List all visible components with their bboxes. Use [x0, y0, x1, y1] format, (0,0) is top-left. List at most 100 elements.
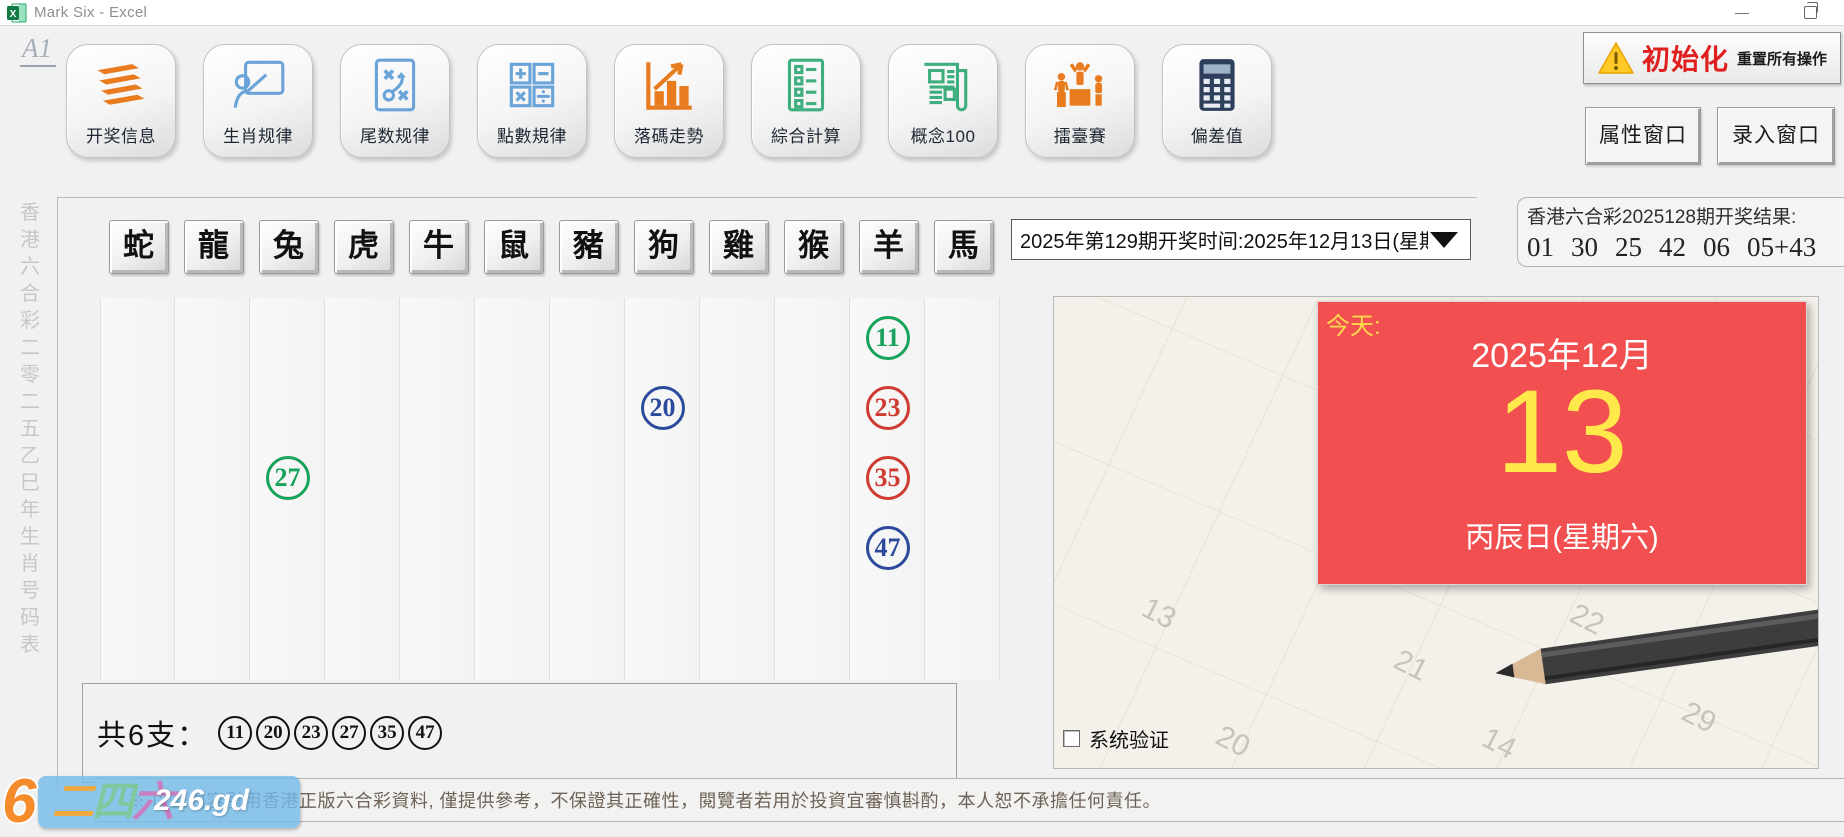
- date-card: 今天: 2025年12月 13 丙辰日(星期六): [1317, 301, 1807, 585]
- tactics-icon: [364, 54, 426, 116]
- toolbar-button-concept100[interactable]: 概念100: [888, 44, 998, 158]
- zodiac-button-鼠[interactable]: 鼠: [484, 220, 544, 274]
- zodiac-button-牛[interactable]: 牛: [409, 220, 469, 274]
- grid-column-龍: [175, 298, 250, 680]
- result-panel: 香港六合彩2025128期开奖结果: 01 30 25 42 06 05+43: [1517, 197, 1844, 267]
- toolbar-button-arena[interactable]: 擂臺賽: [1025, 44, 1135, 158]
- zodiac-button-豬[interactable]: 豬: [559, 220, 619, 274]
- grid-column-蛇: [100, 298, 175, 680]
- checklist-icon: [775, 54, 837, 116]
- checkbox-icon[interactable]: [1063, 730, 1080, 747]
- frame-line-top: [57, 197, 1477, 198]
- zodiac-button-虎[interactable]: 虎: [334, 220, 394, 274]
- verify-checkbox[interactable]: 系统验证: [1063, 724, 1169, 753]
- result-number: 30: [1571, 232, 1598, 263]
- toolbar-label: 擂臺賽: [1026, 122, 1134, 147]
- minimize-button[interactable]: —: [1722, 0, 1762, 25]
- initialize-label: 初始化: [1642, 38, 1729, 78]
- grid-column-虎: [325, 298, 400, 680]
- summary-balls: 112023273547: [218, 716, 442, 750]
- result-numbers: 01 30 25 42 06 05+43: [1527, 232, 1844, 263]
- toolbar-button-deviation[interactable]: 偏差值: [1162, 44, 1272, 158]
- lottery-ball-20: 20: [641, 386, 685, 430]
- chevron-down-icon[interactable]: [1430, 232, 1458, 248]
- toolbar-button-zodiac-rule[interactable]: 生肖规律: [203, 44, 313, 158]
- summary-ball-35: 35: [370, 716, 404, 750]
- window-titlebar: X Mark Six - Excel —: [0, 0, 1844, 26]
- result-number: 42: [1659, 232, 1686, 263]
- grid-column-狗: [625, 298, 700, 680]
- summary-ball-20: 20: [256, 716, 290, 750]
- lottery-ball-23: 23: [866, 386, 910, 430]
- grid-column-雞: [700, 298, 775, 680]
- initialize-button[interactable]: 初始化 重置所有操作: [1583, 32, 1841, 84]
- zodiac-button-狗[interactable]: 狗: [634, 220, 694, 274]
- warning-icon: [1598, 41, 1634, 75]
- period-select-value: 2025年第129期开奖时间:2025年12月13日(星期六): [1012, 225, 1428, 254]
- zodiac-button-馬[interactable]: 馬: [934, 220, 994, 274]
- cell-ref-label: A1: [20, 33, 56, 67]
- zodiac-button-蛇[interactable]: 蛇: [109, 220, 169, 274]
- toolbar-button-calc[interactable]: 綜合計算: [751, 44, 861, 158]
- entry-window-button[interactable]: 录入窗口: [1717, 107, 1835, 165]
- frame-line-left: [57, 197, 58, 789]
- summary-label: 共6支：: [97, 712, 208, 754]
- day-info-label: 丙辰日(星期六): [1318, 514, 1806, 556]
- watermark-six: 6: [2, 766, 36, 837]
- checkbox-label: 系统验证: [1089, 724, 1169, 753]
- toolbar-button-tail-rule[interactable]: 尾数规律: [340, 44, 450, 158]
- number-grid: 272011233547: [100, 298, 1000, 680]
- bar-chart-icon: [638, 54, 700, 116]
- restore-button[interactable]: [1790, 0, 1830, 25]
- result-title: 香港六合彩2025128期开奖结果:: [1527, 202, 1844, 229]
- grid-column-豬: [550, 298, 625, 680]
- presenter-icon: [227, 54, 289, 116]
- result-number: 01: [1527, 232, 1554, 263]
- grid-column-鼠: [475, 298, 550, 680]
- period-select[interactable]: 2025年第129期开奖时间:2025年12月13日(星期六): [1011, 219, 1471, 260]
- watermark-domain: 246.gd: [154, 784, 249, 818]
- podium-icon: [1049, 54, 1111, 116]
- zodiac-button-兔[interactable]: 兔: [259, 220, 319, 274]
- lottery-ball-35: 35: [866, 456, 910, 500]
- svg-text:X: X: [10, 9, 17, 20]
- result-number: 05+43: [1747, 232, 1816, 263]
- result-number: 25: [1615, 232, 1642, 263]
- watermark-badge: 二四六 246.gd: [38, 776, 300, 828]
- initialize-sublabel: 重置所有操作: [1737, 48, 1827, 69]
- toolbar-label: 概念100: [889, 122, 997, 147]
- result-number: 06: [1703, 232, 1730, 263]
- sidebar-vertical-title: 香港六合彩二零二五乙巳年生肖号码表: [17, 200, 43, 659]
- toolbar-button-draw-info[interactable]: 开奖信息: [66, 44, 176, 158]
- zodiac-button-猴[interactable]: 猴: [784, 220, 844, 274]
- newspaper-icon: [912, 54, 974, 116]
- books-icon: [90, 54, 152, 116]
- properties-window-button[interactable]: 属性窗口: [1585, 107, 1701, 165]
- zodiac-button-龍[interactable]: 龍: [184, 220, 244, 274]
- lottery-ball-11: 11: [866, 316, 910, 360]
- summary-ball-27: 27: [332, 716, 366, 750]
- zodiac-button-羊[interactable]: 羊: [859, 220, 919, 274]
- zodiac-button-雞[interactable]: 雞: [709, 220, 769, 274]
- toolbar-label: 生肖规律: [204, 122, 312, 147]
- math-grid-icon: [501, 54, 563, 116]
- toolbar-label: 开奖信息: [67, 122, 175, 147]
- toolbar-label: 落碼走勢: [615, 122, 723, 147]
- summary-box: 共6支： 112023273547: [82, 683, 957, 783]
- toolbar-button-point-rule[interactable]: 點數規律: [477, 44, 587, 158]
- window-title: Mark Six - Excel: [34, 4, 147, 21]
- calculator-icon: [1186, 54, 1248, 116]
- toolbar-button-trend[interactable]: 落碼走勢: [614, 44, 724, 158]
- toolbar-label: 綜合計算: [752, 122, 860, 147]
- grid-column-馬: [925, 298, 1000, 680]
- restore-icon: [1804, 6, 1817, 19]
- excel-icon: X: [7, 3, 27, 23]
- day-number: 13: [1318, 364, 1806, 500]
- toolbar-label: 偏差值: [1163, 122, 1271, 147]
- zodiac-row: 蛇龍兔虎牛鼠豬狗雞猴羊馬: [100, 220, 1020, 274]
- summary-ball-47: 47: [408, 716, 442, 750]
- disclaimer-bar: ※ 以上內容引用香港正版六合彩資料, 僅提供參考，不保證其正確性，閱覽者若用於投…: [95, 778, 1844, 822]
- toolbar-label: 點數規律: [478, 122, 586, 147]
- toolbar-label: 尾数规律: [341, 122, 449, 147]
- lottery-ball-27: 27: [266, 456, 310, 500]
